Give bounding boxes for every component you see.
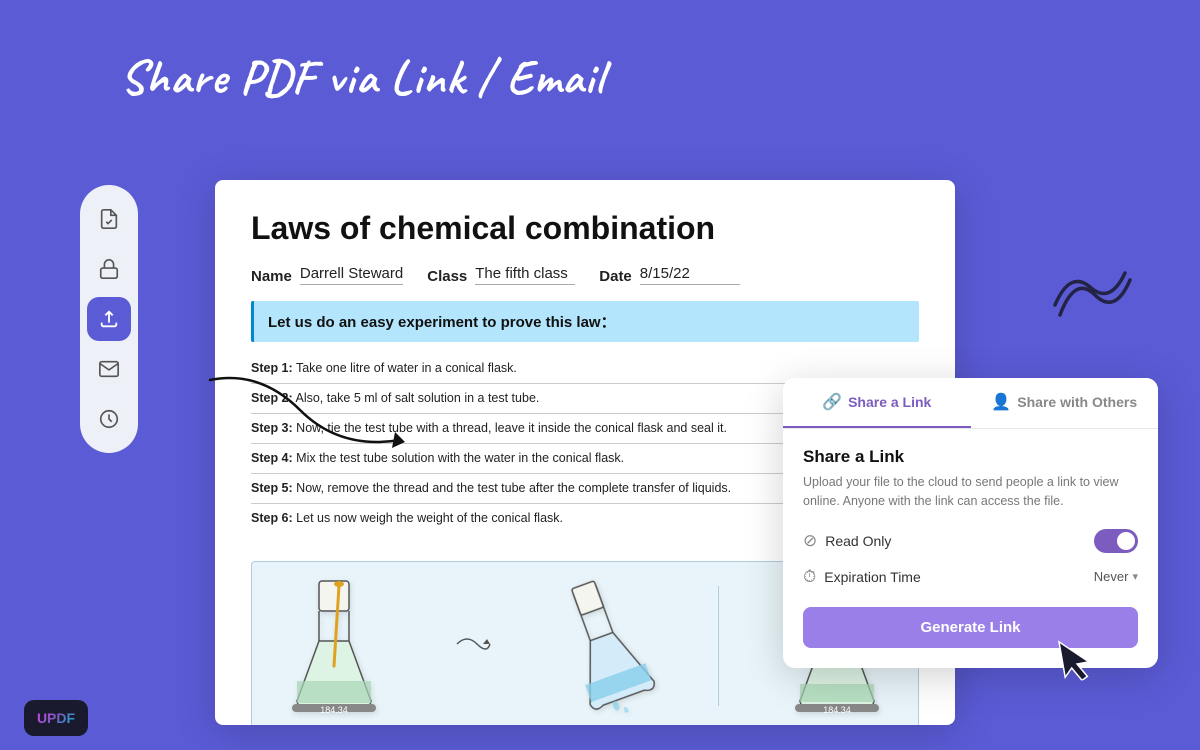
read-only-toggle[interactable] [1094, 529, 1138, 553]
share-link-tab-label: Share a Link [848, 394, 931, 410]
expiry-value: Never [1094, 569, 1129, 584]
illustration-divider [718, 586, 719, 706]
step1-text: Take one litre of water in a conical fla… [296, 361, 517, 375]
name-value: Darrell Steward [300, 265, 403, 285]
step2-num: Step 2: [251, 391, 293, 405]
step6-num: Step 6: [251, 511, 293, 525]
flask-2 [565, 576, 645, 716]
share-body-title: Share a Link [803, 447, 1138, 467]
pdf-highlight: Let us do an easy experiment to prove th… [251, 301, 919, 342]
pdf-fields: Name Darrell Steward Class The fifth cla… [251, 265, 919, 285]
sidebar [80, 185, 138, 453]
updf-logo: UPDF [24, 700, 88, 736]
sidebar-item-file[interactable] [87, 197, 131, 241]
svg-text:184.34: 184.34 [320, 705, 348, 715]
share-link-tab[interactable]: 🔗 Share a Link [783, 378, 971, 428]
step6-text: Let us now weigh the weight of the conic… [296, 511, 563, 525]
step1-num: Step 1: [251, 361, 293, 375]
clock-icon: ⏱ [803, 567, 816, 587]
step2-text: Also, take 5 ml of salt solution in a te… [295, 391, 539, 405]
share-body: Share a Link Upload your file to the clo… [783, 429, 1158, 668]
sidebar-item-save[interactable] [87, 397, 131, 441]
expiry-select[interactable]: Never ▾ [1094, 569, 1138, 584]
readonly-icon: ⊘ [803, 531, 817, 551]
step3-text: Now, tie the test tube with a thread, le… [296, 421, 727, 435]
name-label: Name [251, 268, 292, 285]
decorative-squiggle [1050, 265, 1140, 330]
updf-logo-text: UPDF [37, 710, 75, 726]
date-value: 8/15/22 [640, 265, 740, 285]
step4-num: Step 4: [251, 451, 293, 465]
link-icon: 🔗 [822, 392, 842, 412]
read-only-text: Read Only [825, 533, 891, 549]
step5-num: Step 5: [251, 481, 293, 495]
class-value: The fifth class [475, 265, 575, 285]
share-panel: 🔗 Share a Link 👤 Share with Others Share… [783, 378, 1158, 668]
pdf-document-title: Laws of chemical combination [251, 210, 919, 247]
class-label: Class [427, 268, 467, 285]
step5-text: Now, remove the thread and the test tube… [296, 481, 731, 495]
flask-1: 184.34 CaCl₂ + Na₂SO₄ [289, 576, 379, 716]
step3-num: Step 3: [251, 421, 293, 435]
sidebar-item-lock[interactable] [87, 247, 131, 291]
share-others-tab[interactable]: 👤 Share with Others [971, 378, 1159, 428]
flask-arrow [452, 629, 492, 664]
share-tabs: 🔗 Share a Link 👤 Share with Others [783, 378, 1158, 429]
expiry-row: ⏱ Expiration Time Never ▾ [803, 567, 1138, 587]
chevron-down-icon: ▾ [1132, 570, 1138, 583]
svg-text:184.34: 184.34 [823, 705, 851, 715]
expiry-label: ⏱ Expiration Time [803, 567, 921, 587]
expiry-label-text: Expiration Time [824, 569, 920, 585]
date-label: Date [599, 268, 632, 285]
share-others-tab-label: Share with Others [1017, 394, 1137, 410]
read-only-row: ⊘ Read Only [803, 529, 1138, 553]
step4-text: Mix the test tube solution with the wate… [296, 451, 624, 465]
person-icon: 👤 [991, 392, 1011, 412]
page-title: Share PDF via Link / Email [120, 48, 604, 108]
read-only-label: ⊘ Read Only [803, 531, 891, 551]
sidebar-item-mail[interactable] [87, 347, 131, 391]
sidebar-item-share[interactable] [87, 297, 131, 341]
share-body-desc: Upload your file to the cloud to send pe… [803, 473, 1138, 511]
